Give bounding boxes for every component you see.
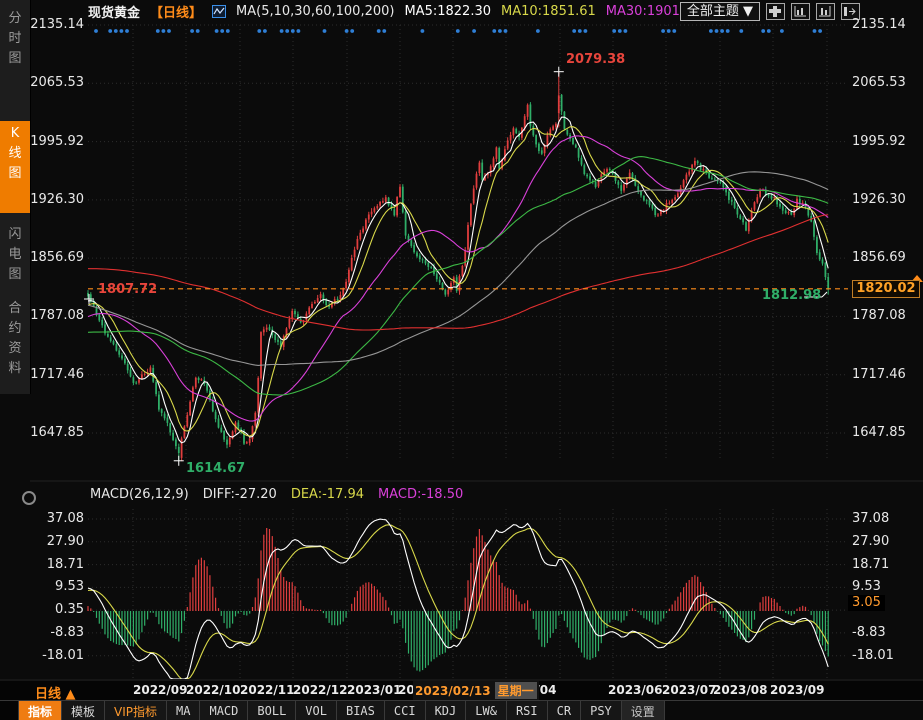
toolbar-item-4[interactable]: MA <box>167 701 200 720</box>
macd-label-left: 37.08 <box>30 511 84 527</box>
macd-diff-value: DIFF:-27.20 <box>203 487 277 502</box>
sidebar-tab-2[interactable]: K线图 <box>0 121 30 213</box>
date-label: 2023/09 <box>770 683 824 697</box>
kline-chart-icon[interactable] <box>212 5 226 18</box>
toolbar-item-9[interactable]: CCI <box>385 701 426 720</box>
ma10-line <box>88 127 828 436</box>
date-label: 2022/12 <box>293 683 347 697</box>
last-price-box: 1820.02 <box>852 280 920 298</box>
macd-label-right: 3.05 <box>848 595 885 611</box>
ma-lines <box>88 117 828 443</box>
macd-label-left: 18.71 <box>30 557 84 573</box>
macd-label-left: 27.90 <box>30 534 84 550</box>
theme-dropdown-button[interactable]: 全部主题 ▼ <box>680 2 760 21</box>
annotation-start-low: 1807.72 <box>98 282 157 297</box>
macd-label-left: 9.53 <box>30 579 84 595</box>
macd-label-right: 18.71 <box>852 557 889 573</box>
macd-label-right: 27.90 <box>852 534 889 550</box>
indicator-toolbar: 指标模板VIP指标MAMACDBOLLVOLBIASCCIKDJLW&RSICR… <box>0 700 923 720</box>
event-markers <box>94 29 822 33</box>
date-label: 2023/07 <box>662 683 716 697</box>
symbol-name: 现货黄金 <box>88 2 140 21</box>
date-label: 2022/11 <box>240 683 294 697</box>
price-label-right: 2135.14 <box>852 17 906 33</box>
sidebar: 分时图 K线图闪电图合约资料 <box>0 0 31 394</box>
price-label-left: 2065.53 <box>30 75 84 91</box>
crosshair-date-tooltip: 2023/02/13星期一 <box>413 681 539 700</box>
macd-label-left: -18.01 <box>30 648 84 664</box>
toolbar-item-12[interactable]: RSI <box>507 701 548 720</box>
price-label-right: 1856.69 <box>852 250 906 266</box>
ma10-value: MA10:1851.61 <box>501 4 596 19</box>
sidebar-tab-4[interactable]: 合约资料 <box>0 296 30 390</box>
kline-app: 分时图 K线图闪电图合约资料 现货黄金 【日线】 MA(5,10,30,60,10… <box>0 0 923 720</box>
ma100-line <box>88 172 828 366</box>
theme-area: 全部主题 ▼ <box>680 2 860 21</box>
ma5-value: MA5:1822.30 <box>404 4 491 19</box>
price-label-left: 1926.30 <box>30 192 84 208</box>
price-label-right: 1787.08 <box>852 308 906 324</box>
chart-canvas[interactable] <box>0 0 923 720</box>
macd-label-right: -8.83 <box>852 625 886 641</box>
candles[interactable] <box>87 72 829 462</box>
ma5-line <box>88 117 828 443</box>
annotation-bottom-low: 1614.67 <box>186 461 245 476</box>
axis-left-chart-icon[interactable] <box>791 3 810 20</box>
date-label: 2023/06 <box>608 683 662 697</box>
macd-hist-value: MACD:-18.50 <box>378 487 463 502</box>
toolbar-item-6[interactable]: BOLL <box>248 701 296 720</box>
toolbar-corner <box>0 701 19 720</box>
macd-label-left: -8.83 <box>30 625 84 641</box>
date-label: 2022/09 <box>133 683 187 697</box>
ma-settings[interactable]: MA(5,10,30,60,100,200) <box>236 4 394 19</box>
macd-label-right: 9.53 <box>852 579 881 595</box>
ma60-line <box>88 157 828 395</box>
date-label: 2022/10 <box>186 683 240 697</box>
price-label-left: 1787.08 <box>30 308 84 324</box>
toolbar-item-7[interactable]: VOL <box>296 701 337 720</box>
price-label-right: 1926.30 <box>852 192 906 208</box>
date-label: 2023/01 <box>347 683 401 697</box>
macd-dea-value: DEA:-17.94 <box>291 487 364 502</box>
macd-pane[interactable] <box>88 519 828 679</box>
macd-title[interactable]: MACD(26,12,9) <box>90 487 189 502</box>
annotation-recent-low: 1812.98 <box>762 288 821 303</box>
toolbar-item-11[interactable]: LW& <box>466 701 507 720</box>
toolbar-item-8[interactable]: BIAS <box>337 701 385 720</box>
price-label-right: 2065.53 <box>852 75 906 91</box>
sidebar-tab-1[interactable]: 分时图 <box>0 6 30 78</box>
axis-right-chart-icon[interactable] <box>816 3 835 20</box>
price-label-left: 1856.69 <box>30 250 84 266</box>
toolbar-item-14[interactable]: PSY <box>581 701 622 720</box>
sidebar-tab-3[interactable]: 闪电图 <box>0 222 30 294</box>
macd-label-left: 0.35 <box>30 602 84 618</box>
date-axis-row: 日线 ▲ 2022/092022/102022/112022/122023/01… <box>0 681 923 700</box>
price-label-right: 1717.46 <box>852 367 906 383</box>
annotation-peak: 2079.38 <box>566 52 625 67</box>
price-label-right: 1647.85 <box>852 425 906 441</box>
price-label-left: 2135.14 <box>30 17 84 33</box>
date-label: 2023/08 <box>713 683 767 697</box>
ma200-line <box>88 215 828 330</box>
toolbar-item-2[interactable]: 模板 <box>62 701 105 720</box>
period-tag[interactable]: 【日线】 <box>150 2 202 21</box>
toolbar-item-3[interactable]: VIP指标 <box>105 701 167 720</box>
price-label-left: 1647.85 <box>30 425 84 441</box>
macd-label-right: 37.08 <box>852 511 889 527</box>
toolbar-item-5[interactable]: MACD <box>200 701 248 720</box>
price-label-left: 1995.92 <box>30 134 84 150</box>
toolbar-item-10[interactable]: KDJ <box>426 701 467 720</box>
toolbar-item-13[interactable]: CR <box>548 701 581 720</box>
layout-grid-icon[interactable] <box>766 3 785 20</box>
price-label-right: 1995.92 <box>852 134 906 150</box>
macd-legend: MACD(26,12,9) DIFF:-27.20 DEA:-17.94 MAC… <box>90 487 463 502</box>
macd-label-right: -18.01 <box>852 648 894 664</box>
macd-settings-icon[interactable] <box>22 491 36 505</box>
price-label-left: 1717.46 <box>30 367 84 383</box>
toolbar-item-15[interactable]: 设置 <box>622 701 665 720</box>
toolbar-item-1[interactable]: 指标 <box>19 701 62 720</box>
topbar: 现货黄金 【日线】 MA(5,10,30,60,100,200) MA5:182… <box>88 0 747 22</box>
